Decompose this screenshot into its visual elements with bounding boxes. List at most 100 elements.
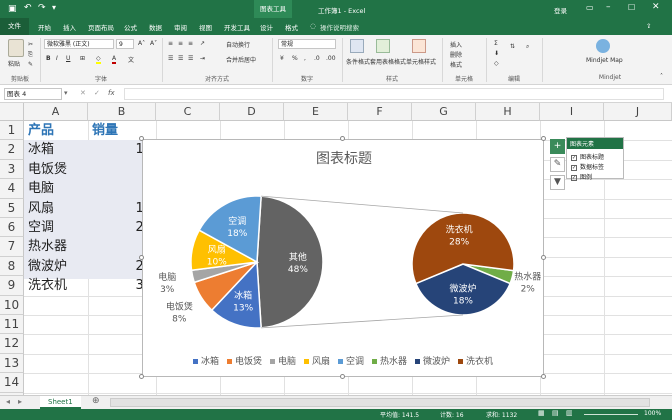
- align-middle-icon[interactable]: ≡: [178, 40, 183, 47]
- tab-design[interactable]: 设计: [260, 22, 273, 32]
- sheet-tab-sheet1[interactable]: Sheet1: [40, 396, 81, 409]
- row-header-5[interactable]: 5: [0, 198, 24, 218]
- page-break-view-icon[interactable]: ▥: [566, 409, 573, 417]
- product-cell[interactable]: 热水器: [25, 237, 88, 256]
- checkbox-icon[interactable]: ✓: [571, 164, 577, 171]
- page-layout-view-icon[interactable]: ▤: [552, 409, 559, 417]
- product-cell[interactable]: 洗衣机: [25, 276, 88, 295]
- indent-icon[interactable]: ⇥: [200, 55, 205, 62]
- format-table-icon[interactable]: [376, 39, 390, 53]
- data-label-微波炉[interactable]: 微波炉 18%: [449, 283, 476, 307]
- product-cell[interactable]: 风扇: [25, 199, 88, 218]
- format-as-table-button[interactable]: 套用表格格式: [370, 57, 406, 66]
- column-header-e[interactable]: E: [284, 103, 348, 121]
- redo-icon[interactable]: ↷: [38, 3, 46, 13]
- product-cell[interactable]: 电脑: [25, 179, 88, 198]
- zoom-level[interactable]: 100%: [644, 410, 661, 417]
- conditional-format-icon[interactable]: [350, 39, 364, 53]
- tab-page-layout[interactable]: 页面布局: [88, 22, 114, 32]
- resize-handle-tm[interactable]: [340, 136, 345, 141]
- chart-legend[interactable]: 冰箱 电饭煲 电脑 风扇 空调 热水器 微波炉 洗衣机: [143, 354, 543, 368]
- maximize-icon[interactable]: ☐: [628, 3, 635, 12]
- bold-icon[interactable]: B: [46, 55, 51, 62]
- row-header-4[interactable]: 4: [0, 179, 24, 199]
- align-right-icon[interactable]: ☰: [188, 55, 193, 62]
- decrease-decimal-icon[interactable]: .00: [326, 55, 336, 62]
- save-icon[interactable]: ▣: [8, 4, 17, 14]
- tab-developer[interactable]: 开发工具: [224, 22, 250, 32]
- copy-icon[interactable]: ⎘: [28, 51, 33, 59]
- legend-entry[interactable]: 电脑: [269, 357, 296, 367]
- shrink-font-icon[interactable]: A˅: [150, 40, 157, 47]
- fx-icon[interactable]: fx: [108, 89, 115, 97]
- checkbox-icon[interactable]: ✓: [571, 154, 577, 161]
- legend-entry[interactable]: 电饭煲: [226, 357, 262, 367]
- next-sheet-icon[interactable]: ▸: [18, 397, 22, 406]
- legend-entry[interactable]: 空调: [338, 357, 364, 367]
- tab-view[interactable]: 视图: [199, 22, 212, 32]
- chart-element-option[interactable]: ✓ 图例: [571, 172, 619, 181]
- comma-icon[interactable]: ,: [304, 55, 306, 62]
- grow-font-icon[interactable]: A˄: [138, 40, 145, 47]
- mindjet-map-button[interactable]: Mindjet Map: [586, 57, 623, 64]
- align-bottom-icon[interactable]: ≡: [188, 40, 193, 47]
- share-icon[interactable]: ⇪: [646, 22, 651, 30]
- percent-icon[interactable]: %: [292, 55, 298, 62]
- tab-formulas[interactable]: 公式: [124, 22, 137, 32]
- column-header-g[interactable]: G: [412, 103, 476, 121]
- align-center-icon[interactable]: ☰: [178, 55, 183, 62]
- header-cell-sales[interactable]: 销量: [89, 122, 155, 140]
- zoom-slider[interactable]: [584, 414, 638, 415]
- tab-insert[interactable]: 插入: [63, 22, 76, 32]
- legend-entry[interactable]: 热水器: [372, 357, 407, 367]
- font-size-select[interactable]: 9: [116, 39, 134, 49]
- sign-in-link[interactable]: 登录: [554, 5, 567, 15]
- qat-dropdown-icon[interactable]: ▾: [52, 3, 56, 12]
- formula-input[interactable]: [124, 88, 664, 100]
- cancel-icon[interactable]: ✕: [80, 89, 86, 97]
- paste-button[interactable]: 粘贴: [8, 59, 20, 68]
- row-header-9[interactable]: 9: [0, 276, 24, 296]
- checkbox-icon[interactable]: ✓: [571, 174, 577, 181]
- pie-of-pie-chart[interactable]: 图表标题 其他 48% 冰箱 13% 电饭煲 8% 电脑 3% 风扇 10% 空调 18% 热水器 2% 微…: [142, 139, 544, 377]
- row-header-12[interactable]: 12: [0, 334, 24, 354]
- collapse-ribbon-icon[interactable]: ˄: [660, 73, 663, 80]
- format-cells-button[interactable]: 格式: [450, 60, 462, 69]
- tab-data[interactable]: 数据: [149, 22, 162, 32]
- row-header-1[interactable]: 1: [0, 121, 24, 141]
- tell-me-search[interactable]: 操作说明搜索: [320, 22, 359, 32]
- data-label-冰箱[interactable]: 冰箱 13%: [233, 290, 253, 314]
- merge-center-button[interactable]: 合并后居中: [226, 55, 256, 64]
- increase-decimal-icon[interactable]: .0: [314, 55, 320, 62]
- prev-sheet-icon[interactable]: ◂: [6, 397, 10, 406]
- fill-icon[interactable]: ⬇: [494, 50, 499, 57]
- fill-color-icon[interactable]: ◇: [96, 55, 101, 64]
- tab-file[interactable]: 文件: [0, 18, 29, 35]
- column-header-b[interactable]: B: [88, 103, 156, 121]
- row-header-8[interactable]: 8: [0, 256, 24, 277]
- tab-home[interactable]: 开始: [38, 22, 51, 32]
- format-painter-icon[interactable]: ✎: [28, 61, 33, 68]
- insert-cells-button[interactable]: 插入: [450, 40, 462, 49]
- legend-entry[interactable]: 风扇: [303, 357, 330, 367]
- align-left-icon[interactable]: ☰: [168, 55, 173, 62]
- data-label-热水器[interactable]: 热水器 2%: [514, 270, 541, 294]
- phonetic-icon[interactable]: 文: [128, 55, 134, 64]
- close-icon[interactable]: ✕: [652, 2, 660, 12]
- column-header-f[interactable]: F: [348, 103, 412, 121]
- data-label-洗衣机[interactable]: 洗衣机 28%: [446, 224, 473, 248]
- row-header-11[interactable]: 11: [0, 315, 24, 335]
- tab-review[interactable]: 审阅: [174, 22, 187, 32]
- row-header-10[interactable]: 10: [0, 295, 24, 315]
- resize-handle-tl[interactable]: [139, 136, 144, 141]
- legend-entry[interactable]: 微波炉: [415, 357, 450, 367]
- add-sheet-icon[interactable]: ⊕: [92, 396, 100, 406]
- undo-icon[interactable]: ↶: [24, 3, 32, 13]
- data-label-空调[interactable]: 空调 18%: [227, 215, 247, 239]
- column-header-i[interactable]: I: [540, 103, 604, 121]
- product-cell[interactable]: 空调: [25, 218, 88, 237]
- cell-styles-button[interactable]: 单元格样式: [406, 57, 436, 66]
- row-header-14[interactable]: 14: [0, 373, 24, 393]
- number-format-select[interactable]: 常规: [278, 39, 336, 49]
- align-top-icon[interactable]: ≡: [168, 40, 173, 47]
